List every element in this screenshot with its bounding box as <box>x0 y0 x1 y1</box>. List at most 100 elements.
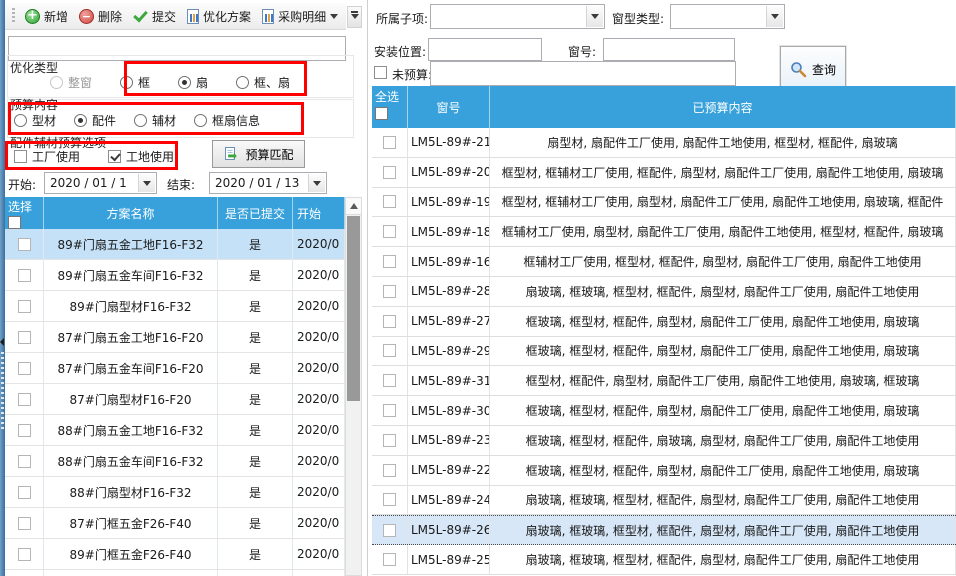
checkbox-site-use[interactable]: 工地使用 <box>108 148 174 165</box>
install-position-input[interactable] <box>428 38 542 61</box>
window-row[interactable]: LM5L-89#-21F19扇型材, 扇配件工厂使用, 扇配件工地使用, 框型材… <box>372 128 956 158</box>
toolbar-button-purchase-detail[interactable]: 采购明细 <box>258 6 342 27</box>
row-select-checkbox[interactable] <box>383 524 396 537</box>
splitter-collapse-icon[interactable] <box>0 338 4 346</box>
radio-accessory[interactable]: 配件 <box>74 112 116 129</box>
window-row[interactable]: LM5L-89#-22F20框玻璃, 框型材, 框配件, 扇型材, 扇配件工厂使… <box>372 456 956 486</box>
row-select-checkbox[interactable] <box>18 300 31 313</box>
chevron-down-icon[interactable] <box>330 14 338 23</box>
window-type-combobox[interactable] <box>670 4 785 29</box>
window-row[interactable]: LM5L-89#-31F29框型材, 框配件, 扇型材, 扇配件工厂使用, 扇配… <box>372 366 956 396</box>
plan-row[interactable]: 87#门扇型材F16-F20是2020/0 <box>5 384 345 415</box>
window-row[interactable]: LM5L-89#-16F15框辅材工厂使用, 框型材, 框配件, 扇型材, 扇配… <box>372 247 956 277</box>
row-select-checkbox[interactable] <box>18 331 31 344</box>
column-header-select[interactable]: 选择 <box>5 197 44 229</box>
select-all-plans-checkbox[interactable] <box>8 216 21 229</box>
radio-profile[interactable]: 型材 <box>14 112 56 129</box>
radio-frame-sash[interactable]: 框、扇 <box>236 74 290 91</box>
plan-row[interactable]: 89#门扇五金车间F16-F32是2020/0 <box>5 260 345 291</box>
row-select-checkbox[interactable] <box>383 464 396 477</box>
date-end-editor[interactable]: 2020 / 01 / 13 <box>209 172 327 194</box>
row-select-checkbox[interactable] <box>18 424 31 437</box>
toolbar-button-add[interactable]: 新增 <box>21 6 72 27</box>
start-date-cell: 2020/0 <box>293 539 345 569</box>
sub-item-dropdown[interactable] <box>586 6 603 27</box>
window-row[interactable]: LM5L-89#-29F27框玻璃, 框型材, 框配件, 扇型材, 扇配件工厂使… <box>372 337 956 367</box>
row-select-checkbox[interactable] <box>18 269 31 282</box>
window-row[interactable]: LM5L-89#-28F26扇玻璃, 框玻璃, 框型材, 框配件, 扇型材, 扇… <box>372 277 956 307</box>
row-select-checkbox[interactable] <box>18 362 31 375</box>
radio-whole-window[interactable]: 整窗 <box>50 74 92 91</box>
radio-frame-sash-info[interactable]: 框扇信息 <box>194 112 260 129</box>
plan-row[interactable]: 87#门扇五金工地F16-F20是2020/0 <box>5 322 345 353</box>
plan-row[interactable]: 87#门框五金F26-F40是2020/0 <box>5 508 345 539</box>
window-row[interactable]: LM5L-89#-23F21框玻璃, 框型材, 框配件, 扇玻璃, 扇型材, 扇… <box>372 426 956 456</box>
window-row[interactable]: LM5L-89#-30F28框玻璃, 框型材, 框配件, 扇型材, 扇配件工厂使… <box>372 396 956 426</box>
toolbar-button-submit[interactable]: 提交 <box>129 6 180 27</box>
row-select-checkbox[interactable] <box>383 553 396 566</box>
window-row[interactable]: LM5L-89#-25F23扇玻璃, 框玻璃, 框型材, 框配件, 扇型材, 扇… <box>372 545 956 575</box>
window-row[interactable]: LM5L-89#-26F24扇玻璃, 框玻璃, 框型材, 框配件, 扇型材, 扇… <box>372 515 956 545</box>
plan-row[interactable]: 88#门扇型材F16-F32是2020/0 <box>5 477 345 508</box>
date-start-editor[interactable]: 2020 / 01 / 1 <box>44 172 157 194</box>
row-select-checkbox[interactable] <box>383 315 396 328</box>
row-select-checkbox[interactable] <box>18 517 31 530</box>
sub-item-combobox[interactable] <box>430 4 605 29</box>
select-all-windows-checkbox[interactable] <box>375 107 388 120</box>
checkbox-factory-use[interactable]: 工厂使用 <box>14 148 80 165</box>
plan-row[interactable]: 88#门扇五金车间F16-F32是2020/0 <box>5 446 345 477</box>
column-header-plan-name[interactable]: 方案名称 <box>44 197 218 229</box>
row-select-checkbox[interactable] <box>18 548 31 561</box>
row-select-checkbox[interactable] <box>383 195 396 208</box>
column-header-select-all[interactable]: 全选 <box>372 86 408 128</box>
column-header-budgeted-content[interactable]: 已预算内容 <box>490 86 956 128</box>
window-no-input[interactable] <box>603 38 735 61</box>
window-row[interactable]: LM5L-89#-20F18框型材, 框辅材工厂使用, 框配件, 扇型材, 扇配… <box>372 158 956 188</box>
column-header-submitted[interactable]: 是否已提交 <box>218 197 293 229</box>
radio-sash[interactable]: 扇 <box>178 74 208 91</box>
column-header-window-no[interactable]: 窗号 <box>408 86 490 128</box>
row-select-checkbox[interactable] <box>383 225 396 238</box>
window-row[interactable]: LM5L-89#-24F22扇玻璃, 框玻璃, 框型材, 框配件, 扇型材, 扇… <box>372 486 956 516</box>
no-budget-input[interactable] <box>430 61 736 86</box>
row-select-checkbox[interactable] <box>383 344 396 357</box>
row-select-checkbox[interactable] <box>18 486 31 499</box>
toolbar-button-delete[interactable]: 删除 <box>75 6 126 27</box>
plan-row[interactable]: 89#门扇型材F16-F32是2020/0 <box>5 291 345 322</box>
plan-row[interactable]: 89#门框五金F26-F40是2020/0 <box>5 539 345 570</box>
date-start-dropdown[interactable] <box>138 174 155 192</box>
window-row[interactable]: LM5L-89#-18F16框辅材工厂使用, 扇型材, 扇配件工厂使用, 扇配件… <box>372 217 956 247</box>
no-budget-checkbox[interactable] <box>374 66 387 79</box>
radio-aux-material[interactable]: 辅材 <box>134 112 176 129</box>
scrollbar-thumb[interactable] <box>347 216 360 401</box>
submitted-cell: 是 <box>218 570 293 576</box>
row-select-checkbox[interactable] <box>383 136 396 149</box>
plan-table-scrollbar[interactable] <box>345 197 362 576</box>
window-type-dropdown[interactable] <box>766 6 783 27</box>
row-select-checkbox[interactable] <box>383 374 396 387</box>
row-select-checkbox[interactable] <box>383 166 396 179</box>
radio-frame[interactable]: 框 <box>120 74 150 91</box>
plan-row[interactable]: 88#门框五金F21-F40是2020/0 <box>5 570 345 576</box>
row-select-checkbox[interactable] <box>383 404 396 417</box>
row-select-checkbox[interactable] <box>383 285 396 298</box>
row-select-checkbox[interactable] <box>383 255 396 268</box>
plan-row[interactable]: 87#门扇五金车间F16-F20是2020/0 <box>5 353 345 384</box>
plan-row[interactable]: 89#门扇五金工地F16-F32是2020/0 <box>5 229 345 260</box>
budget-match-button[interactable]: 预算匹配 <box>212 140 305 168</box>
date-end-dropdown[interactable] <box>308 174 325 192</box>
toolbar-overflow-button[interactable] <box>347 6 362 28</box>
row-select-checkbox[interactable] <box>18 455 31 468</box>
submitted-cell: 是 <box>218 446 293 476</box>
row-select-checkbox[interactable] <box>18 238 31 251</box>
scroll-up-button[interactable] <box>346 198 361 215</box>
column-header-start[interactable]: 开始 <box>293 197 345 229</box>
toolbar-button-optimize-plan[interactable]: 优化方案 <box>183 6 255 27</box>
row-select-checkbox[interactable] <box>383 493 396 506</box>
row-select-checkbox[interactable] <box>383 434 396 447</box>
window-row[interactable]: LM5L-89#-27F25框玻璃, 框型材, 框配件, 扇型材, 扇配件工厂使… <box>372 307 956 337</box>
select-cell <box>372 426 408 455</box>
plan-row[interactable]: 88#门扇五金工地F16-F32是2020/0 <box>5 415 345 446</box>
window-row[interactable]: LM5L-89#-19F17框型材, 框辅材工厂使用, 扇型材, 扇配件工厂使用… <box>372 188 956 218</box>
row-select-checkbox[interactable] <box>18 393 31 406</box>
